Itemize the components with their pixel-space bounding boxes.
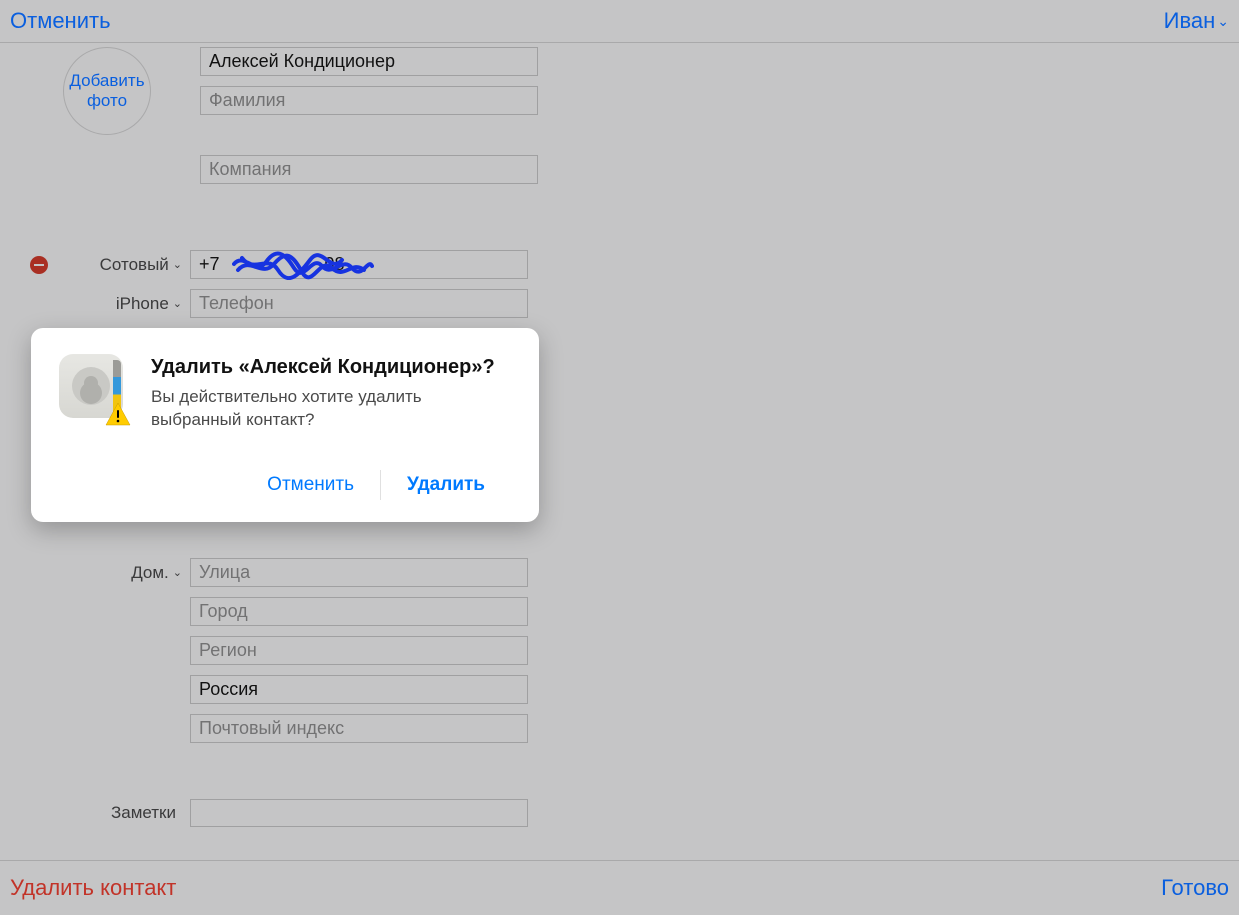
country-input[interactable] (190, 675, 528, 704)
confirm-delete-dialog: Удалить «Алексей Кондиционер»? Вы действ… (31, 328, 539, 522)
warning-icon (105, 402, 131, 426)
city-input[interactable] (190, 597, 528, 626)
address-row-zip (0, 714, 1239, 743)
notes-input[interactable] (190, 799, 528, 827)
dialog-message: Вы действительно хотите удалить выбранны… (151, 386, 511, 432)
address-type-home[interactable]: Дом. ⌄ (0, 563, 190, 583)
address-row-city (0, 597, 1239, 626)
name-block (200, 47, 1239, 194)
phone-row-iphone: iPhone ⌄ (0, 289, 1239, 318)
iphone-phone-input[interactable] (190, 289, 528, 318)
mobile-phone-input[interactable] (190, 250, 528, 279)
dialog-confirm-button[interactable]: Удалить (381, 466, 511, 504)
notes-row: Заметки (0, 799, 1239, 827)
remove-phone-button[interactable] (30, 256, 48, 274)
chevron-down-icon: ⌄ (173, 297, 182, 310)
cancel-button[interactable]: Отменить (10, 8, 111, 34)
notes-label: Заметки (111, 803, 176, 823)
phone-type-mobile-label: Сотовый (100, 255, 169, 275)
phone-row-mobile: Сотовый ⌄ (0, 250, 1239, 279)
phone-type-iphone[interactable]: iPhone ⌄ (0, 294, 190, 314)
address-row-region (0, 636, 1239, 665)
company-input[interactable] (200, 155, 538, 184)
done-button[interactable]: Готово (1161, 875, 1229, 901)
add-photo-line2: фото (87, 91, 127, 111)
last-name-input[interactable] (200, 86, 538, 115)
dialog-title: Удалить «Алексей Кондиционер»? (151, 354, 511, 380)
contacts-app-icon (59, 354, 127, 422)
dialog-cancel-button[interactable]: Отменить (241, 466, 380, 504)
street-input[interactable] (190, 558, 528, 587)
address-type-home-label: Дом. (131, 563, 169, 583)
user-label: Иван (1164, 8, 1216, 34)
first-name-input[interactable] (200, 47, 538, 76)
add-photo-button[interactable]: Добавить фото (63, 47, 151, 135)
add-photo-line1: Добавить (69, 71, 144, 91)
address-row-street: Дом. ⌄ (0, 558, 1239, 587)
top-bar: Отменить Иван ⌄ (0, 0, 1239, 43)
chevron-down-icon: ⌄ (173, 258, 182, 271)
phone-type-iphone-label: iPhone (116, 294, 169, 314)
phone-type-mobile[interactable]: Сотовый ⌄ (0, 255, 190, 275)
zip-input[interactable] (190, 714, 528, 743)
address-row-country (0, 675, 1239, 704)
chevron-down-icon: ⌄ (1217, 13, 1229, 30)
region-input[interactable] (190, 636, 528, 665)
delete-contact-button[interactable]: Удалить контакт (10, 875, 176, 901)
footer-bar: Удалить контакт Готово (0, 860, 1239, 915)
user-menu[interactable]: Иван ⌄ (1164, 8, 1229, 34)
chevron-down-icon: ⌄ (173, 566, 182, 579)
